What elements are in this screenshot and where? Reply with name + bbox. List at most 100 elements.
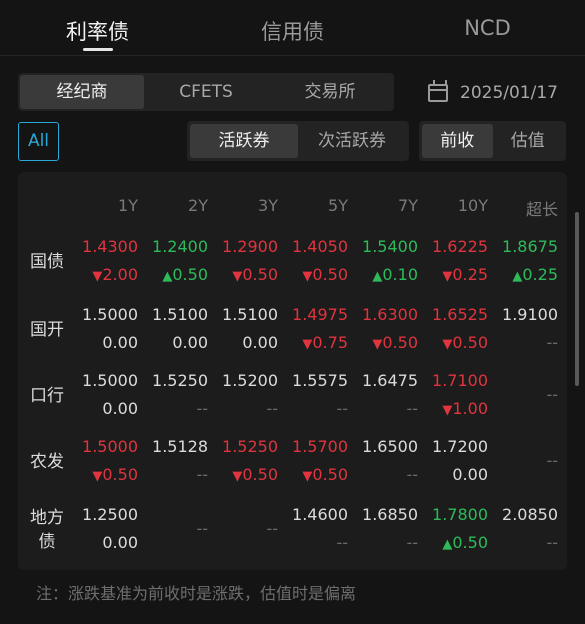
basis-prev-close[interactable]: 前收 xyxy=(422,124,493,158)
yield-value[interactable]: 1.2900 xyxy=(206,238,278,256)
change-value: -- xyxy=(346,400,418,418)
yield-value[interactable]: 1.6475 xyxy=(346,372,418,390)
yield-value[interactable]: 1.5000 xyxy=(66,306,138,324)
yield-value[interactable]: -- xyxy=(206,520,278,538)
change-value: 0.50 xyxy=(416,534,488,554)
yield-value[interactable]: 1.9100 xyxy=(486,306,558,324)
change-value: -- xyxy=(276,400,348,418)
change-text: 0.75 xyxy=(312,333,348,352)
yield-value[interactable]: 1.5128 xyxy=(136,438,208,456)
change-text: -- xyxy=(546,533,558,552)
source-cfets[interactable]: CFETS xyxy=(144,75,268,109)
change-text: 0.00 xyxy=(102,333,138,352)
change-value: 0.25 xyxy=(486,266,558,286)
change-text: 0.50 xyxy=(102,465,138,484)
yield-value[interactable]: 1.5400 xyxy=(346,238,418,256)
change-value: 0.00 xyxy=(136,334,208,352)
change-text: -- xyxy=(546,333,558,352)
tab-rate-bonds[interactable]: 利率债 xyxy=(0,0,195,55)
change-value: -- xyxy=(136,400,208,418)
yield-value[interactable]: 1.4300 xyxy=(66,238,138,256)
date-text: 2025/01/17 xyxy=(460,83,558,103)
change-text: 0.10 xyxy=(382,265,418,284)
scrollbar[interactable] xyxy=(575,212,579,386)
change-value: 0.50 xyxy=(136,266,208,286)
change-value: 1.00 xyxy=(416,400,488,420)
column-header: 1Y xyxy=(118,196,138,215)
change-value: 0.50 xyxy=(416,334,488,354)
yield-value[interactable]: -- xyxy=(136,520,208,538)
yield-value[interactable]: 1.5100 xyxy=(206,306,278,324)
all-button[interactable]: All xyxy=(18,122,59,161)
change-value: -- xyxy=(346,466,418,484)
change-value: -- xyxy=(206,400,278,418)
yield-value[interactable]: 1.5250 xyxy=(136,372,208,390)
yield-value[interactable]: 1.7800 xyxy=(416,506,488,524)
change-text: 1.00 xyxy=(452,399,488,418)
change-text: 0.50 xyxy=(172,265,208,284)
source-exchange[interactable]: 交易所 xyxy=(268,75,392,109)
change-value: 0.50 xyxy=(276,266,348,286)
yield-value[interactable]: 1.8675 xyxy=(486,238,558,256)
yield-value[interactable]: 1.5575 xyxy=(276,372,348,390)
yield-value[interactable]: 1.4975 xyxy=(276,306,348,324)
top-tab-bar: 利率债 信用债 NCD xyxy=(0,0,585,56)
basis-valuation[interactable]: 估值 xyxy=(493,124,564,158)
yield-value[interactable]: 1.4050 xyxy=(276,238,348,256)
column-header: 超长 xyxy=(525,200,558,219)
change-text: 2.00 xyxy=(102,265,138,284)
column-header: 10Y xyxy=(457,196,488,215)
active-segment: 活跃券 次活跃券 xyxy=(187,121,409,161)
change-value: 0.00 xyxy=(66,534,138,552)
yield-value[interactable]: 1.6225 xyxy=(416,238,488,256)
yield-value[interactable]: 1.6850 xyxy=(346,506,418,524)
yield-value[interactable]: 1.5000 xyxy=(66,372,138,390)
yield-value[interactable]: 1.2400 xyxy=(136,238,208,256)
change-value: 0.50 xyxy=(276,466,348,486)
yield-value[interactable]: 2.0850 xyxy=(486,506,558,524)
date-picker[interactable]: 2025/01/17 xyxy=(428,80,558,106)
yield-value[interactable]: 1.5200 xyxy=(206,372,278,390)
source-broker[interactable]: 经纪商 xyxy=(20,75,144,109)
yield-value[interactable]: -- xyxy=(486,386,558,404)
yield-value[interactable]: 1.5700 xyxy=(276,438,348,456)
column-header: 5Y xyxy=(328,196,348,215)
change-value: 0.00 xyxy=(66,334,138,352)
tab-credit-bonds[interactable]: 信用债 xyxy=(195,0,390,55)
yield-value[interactable]: 1.6300 xyxy=(346,306,418,324)
change-value: -- xyxy=(486,334,558,352)
yield-value[interactable]: 1.5250 xyxy=(206,438,278,456)
yield-value[interactable]: -- xyxy=(486,452,558,470)
change-text: 0.50 xyxy=(312,265,348,284)
change-text: 0.00 xyxy=(102,399,138,418)
change-value: -- xyxy=(346,534,418,552)
change-text: 0.50 xyxy=(382,333,418,352)
change-text: 0.50 xyxy=(452,533,488,552)
change-text: 0.50 xyxy=(312,465,348,484)
change-text: 0.50 xyxy=(452,333,488,352)
yield-value[interactable]: 1.7200 xyxy=(416,438,488,456)
change-value: 0.75 xyxy=(276,334,348,354)
change-value: 0.10 xyxy=(346,266,418,286)
tab-ncd[interactable]: NCD xyxy=(390,0,585,55)
change-text: 0.25 xyxy=(522,265,558,284)
change-value: 0.25 xyxy=(416,266,488,286)
column-header: 7Y xyxy=(398,196,418,215)
column-header: 3Y xyxy=(258,196,278,215)
sub-active-bonds[interactable]: 次活跃券 xyxy=(298,124,406,158)
yield-value[interactable]: 1.6525 xyxy=(416,306,488,324)
change-text: 0.25 xyxy=(452,265,488,284)
yield-value[interactable]: 1.2500 xyxy=(66,506,138,524)
yield-value[interactable]: 1.6500 xyxy=(346,438,418,456)
yield-value[interactable]: 1.5000 xyxy=(66,438,138,456)
yield-value[interactable]: 1.7100 xyxy=(416,372,488,390)
active-bonds[interactable]: 活跃券 xyxy=(190,124,298,158)
change-text: 0.50 xyxy=(242,465,278,484)
yield-value[interactable]: 1.5100 xyxy=(136,306,208,324)
change-value: 0.50 xyxy=(66,466,138,486)
change-value: 0.50 xyxy=(346,334,418,354)
yield-value[interactable]: 1.4600 xyxy=(276,506,348,524)
footnote: 注：涨跌基准为前收时是涨跌，估值时是偏离 xyxy=(36,584,357,603)
change-value: -- xyxy=(486,534,558,552)
change-text: 0.50 xyxy=(242,265,278,284)
